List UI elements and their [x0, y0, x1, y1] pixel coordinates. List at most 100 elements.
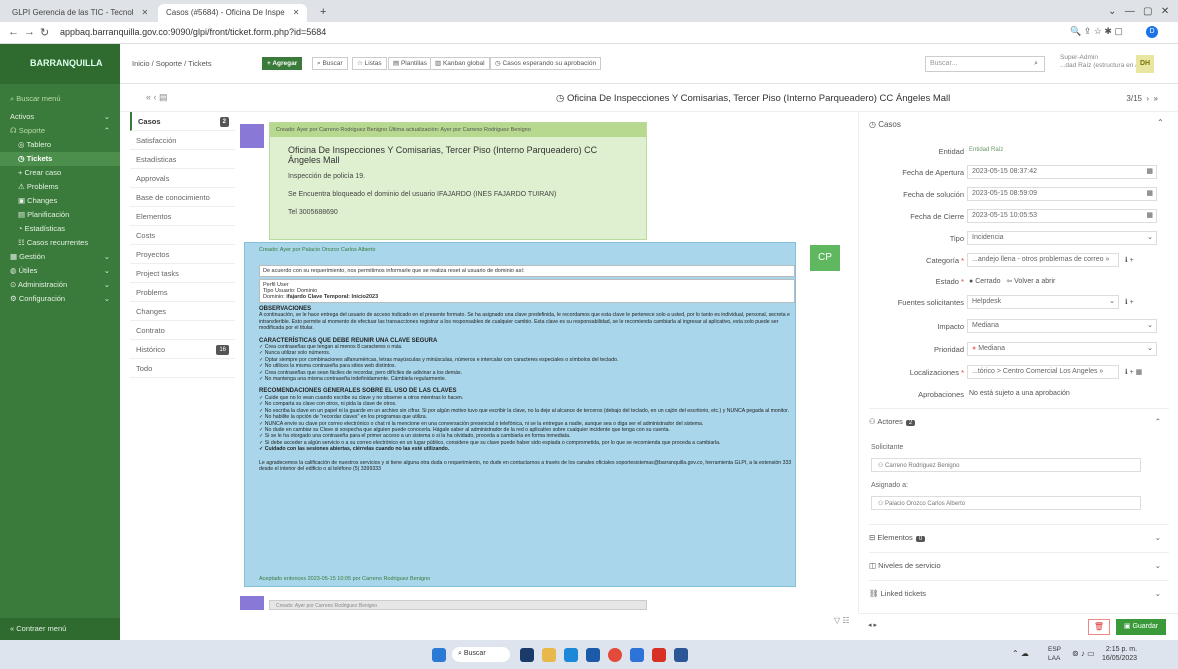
save-button[interactable]: ▣ Guardar [1116, 619, 1166, 635]
section-actores[interactable]: ⚇ Actores 2 ⌃ [869, 408, 1169, 426]
tab-proyectos[interactable]: Proyectos [130, 245, 235, 264]
taskbar-search[interactable]: ⌕ Buscar [452, 647, 510, 662]
sidebar-item-planificacion[interactable]: ▤ Planificación [0, 208, 120, 222]
browser-tab-glpi[interactable]: GLPI Gerencia de las TIC - Tecnol ✕ [4, 4, 156, 22]
tab-navigation-icons[interactable]: « ‹ ▤ [146, 92, 168, 103]
sidebar-item-crear-caso[interactable]: + Crear caso [0, 166, 120, 180]
taskview-icon[interactable] [520, 648, 534, 662]
tab-todo[interactable]: Todo [130, 359, 235, 378]
sidebar-item-gestion[interactable]: ▦ Gestión ⌄ [0, 250, 120, 264]
sidebar-item-tablero[interactable]: ◎ Tablero [0, 138, 120, 152]
section-casos[interactable]: ◷ Casos [869, 120, 901, 129]
lists-button[interactable]: ☆ Listas [352, 57, 387, 70]
pdf-icon[interactable] [652, 648, 666, 662]
category-select[interactable]: ...andejo llena - otros problemas de cor… [967, 253, 1119, 267]
recommendation-item: ✓ Cuidado con las sesiones abiertas, cié… [259, 446, 450, 453]
request-source-select[interactable]: Helpdesk ⌄ [967, 295, 1119, 309]
edge-icon[interactable] [564, 648, 578, 662]
profile-icon[interactable]: D [1146, 26, 1158, 38]
collapse-menu-button[interactable]: « Contraer menú [0, 618, 120, 640]
add-button[interactable]: + Agregar [262, 57, 303, 70]
sidebar-item-label: Activos [10, 112, 35, 121]
impact-select[interactable]: Mediana ⌄ [967, 319, 1157, 333]
window-controls[interactable]: ⌄ — ▢ ✕ [1100, 2, 1177, 20]
reload-icon[interactable]: ↻ [40, 26, 49, 39]
pending-approval-button[interactable]: ◷ Casos esperando su aprobación [490, 57, 602, 70]
tab-estadisticas[interactable]: Estadísticas [130, 150, 235, 169]
sidebar-item-configuracion[interactable]: ⚙ Configuración ⌄ [0, 292, 120, 306]
tab-historico[interactable]: Histórico 16 [130, 340, 235, 359]
chevron-up-icon[interactable]: ⌃ [1157, 118, 1164, 127]
tab-project-tasks[interactable]: Project tasks [130, 264, 235, 283]
global-search-input[interactable]: Buscar... ⌕ [925, 56, 1045, 72]
calendar-icon[interactable]: ▦ [1146, 189, 1153, 197]
type-select[interactable]: Incidencia ⌄ [967, 231, 1157, 245]
tab-elementos[interactable]: Elementos [130, 207, 235, 226]
sidebar-item-estadisticas[interactable]: ◔ Estadísticas [0, 222, 120, 236]
sidebar-item-utiles[interactable]: ◍ Útiles ⌄ [0, 264, 120, 278]
language-indicator[interactable]: ESP LAA [1048, 645, 1061, 663]
category-info-add-icons[interactable]: ℹ + [1125, 256, 1134, 264]
sidebar-item-changes[interactable]: ▣ Changes [0, 194, 120, 208]
opening-date-field[interactable]: 2023-05-15 08:37:42 ▦ [967, 165, 1157, 179]
tray-icons[interactable]: ⌃ ☁ [1012, 649, 1029, 658]
tab-contrato[interactable]: Contrato [130, 321, 235, 340]
store-icon[interactable] [586, 648, 600, 662]
nav-arrows-icon[interactable]: ◂ ▸ [868, 621, 877, 629]
ticket-pager[interactable]: 3/15 › » [1126, 94, 1158, 103]
tab-approvals[interactable]: Approvals [130, 169, 235, 188]
clock[interactable]: 2:15 p. m. 16/05/2023 [1102, 645, 1137, 663]
requester-field[interactable]: ⚇ Carreno Rodriguez Benigno [871, 458, 1141, 472]
word-icon[interactable] [674, 648, 688, 662]
close-date-field[interactable]: 2023-05-15 10:05:53 ▦ [967, 209, 1157, 223]
section-linked-tickets[interactable]: ⛓ Linked tickets ⌄ [869, 580, 1169, 606]
templates-button[interactable]: ▤ Plantillas [388, 57, 432, 70]
chevron-down-icon: ⌄ [103, 280, 110, 289]
delete-button[interactable]: 🗑 [1088, 619, 1110, 635]
solution-date-field[interactable]: 2023-05-15 08:59:09 ▦ [967, 187, 1157, 201]
reopen-link[interactable]: ⇦ Volver a abrir [1006, 278, 1055, 285]
sidebar-search-menu[interactable]: ⌕ Buscar menú [0, 92, 120, 106]
url-field[interactable]: appbaq.barranquilla.gov.co:9090/glpi/fro… [60, 27, 326, 37]
location-select[interactable]: ...tórico > Centro Comercial Los Angeles… [967, 365, 1119, 379]
tab-changes[interactable]: Changes [130, 302, 235, 321]
calendar-icon[interactable]: ▦ [1146, 167, 1153, 175]
new-tab-icon[interactable]: + [312, 2, 334, 20]
search-icon[interactable]: ⌕ [1034, 60, 1038, 68]
tab-satisfaccion[interactable]: Satisfacción [130, 131, 235, 150]
assigned-field[interactable]: ⚇ Palacio Orozco Carlos Alberto [871, 496, 1141, 510]
breadcrumb[interactable]: Inicio / Soporte / Tickets [132, 59, 212, 68]
sidebar-item-tickets[interactable]: ◷ Tickets [0, 152, 120, 166]
sidebar-item-soporte[interactable]: ☊ Soporte ⌃ [0, 124, 120, 138]
solution-body: OBSERVACIONES A continuación, se le hace… [259, 303, 795, 472]
close-icon[interactable]: ✕ [293, 8, 300, 17]
network-volume-icons[interactable]: ⊚ ♪ ▭ [1072, 649, 1095, 658]
sidebar-item-problems[interactable]: ⚠ Problems [0, 180, 120, 194]
section-niveles-servicio[interactable]: ◫ Niveles de servicio ⌄ [869, 552, 1169, 578]
source-info-add-icons[interactable]: ℹ + [1125, 298, 1134, 306]
tab-problems[interactable]: Problems [130, 283, 235, 302]
kanban-button[interactable]: ▥ Kanban global [430, 57, 490, 70]
tab-costs[interactable]: Costs [130, 226, 235, 245]
sidebar-item-administracion[interactable]: ⊙ Administración ⌄ [0, 278, 120, 292]
close-icon[interactable]: ✕ [142, 8, 149, 17]
location-info-add-icons[interactable]: ℹ + ▦ [1125, 368, 1142, 376]
browser-tab-casos[interactable]: Casos (#5684) - Oficina De Inspe ✕ [158, 4, 308, 22]
priority-select[interactable]: ● Mediana ⌄ [967, 342, 1157, 356]
chrome-icon[interactable] [608, 648, 622, 662]
search-button[interactable]: ⌕ Buscar [312, 57, 348, 70]
file-explorer-icon[interactable] [542, 648, 556, 662]
browser-toolbar-icons[interactable]: 🔍 ⇪ ☆ ✱ ▢ [1070, 26, 1123, 37]
app-icon[interactable] [630, 648, 644, 662]
windows-start-icon[interactable] [432, 648, 446, 662]
tab-base-conocimiento[interactable]: Base de conocimiento [130, 188, 235, 207]
back-icon[interactable]: ← [8, 26, 19, 38]
forward-icon[interactable]: → [24, 26, 35, 38]
sidebar-item-activos[interactable]: Activos ⌄ [0, 110, 120, 124]
avatar[interactable]: DH [1136, 55, 1154, 73]
calendar-icon[interactable]: ▦ [1146, 211, 1153, 219]
sidebar-item-casos-recurrentes[interactable]: ☷ Casos recurrentes [0, 236, 120, 250]
section-elementos[interactable]: ⊟ Elementos 0 ⌄ [869, 524, 1169, 550]
tab-casos[interactable]: Casos 2 [130, 112, 235, 131]
timeline-filter-icons[interactable]: ▽ ☷ [834, 616, 850, 625]
